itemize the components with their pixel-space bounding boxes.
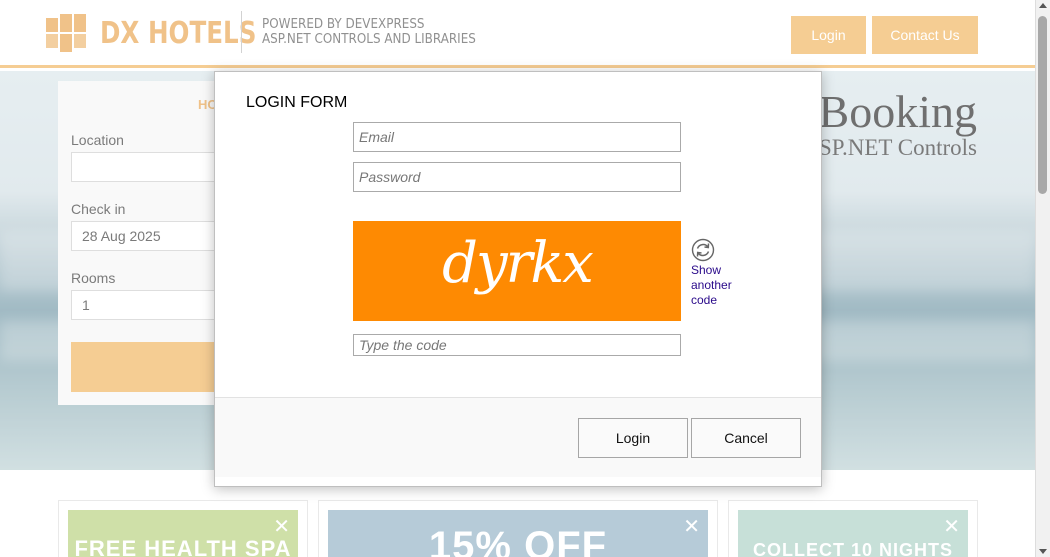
cancel-button[interactable]: Cancel [691,418,801,458]
login-dialog: LOGIN FORM dyrkx Show another code Login… [214,71,822,487]
login-button[interactable]: Login [578,418,688,458]
scroll-thumb[interactable] [1038,16,1047,194]
scroll-up-arrow-icon[interactable] [1039,3,1047,8]
email-input[interactable] [353,122,681,152]
dialog-footer: Login Cancel [215,397,821,477]
vertical-scrollbar[interactable] [1035,0,1050,557]
captcha-code: dyrkx [442,231,594,296]
captcha-code-input[interactable] [353,334,681,356]
dialog-title: LOGIN FORM [246,94,348,111]
refresh-icon[interactable] [691,238,715,262]
captcha-image: dyrkx [353,221,681,321]
password-input[interactable] [353,162,681,192]
scroll-down-arrow-icon[interactable] [1039,549,1047,554]
show-another-code-link[interactable]: Show another code [691,263,751,308]
